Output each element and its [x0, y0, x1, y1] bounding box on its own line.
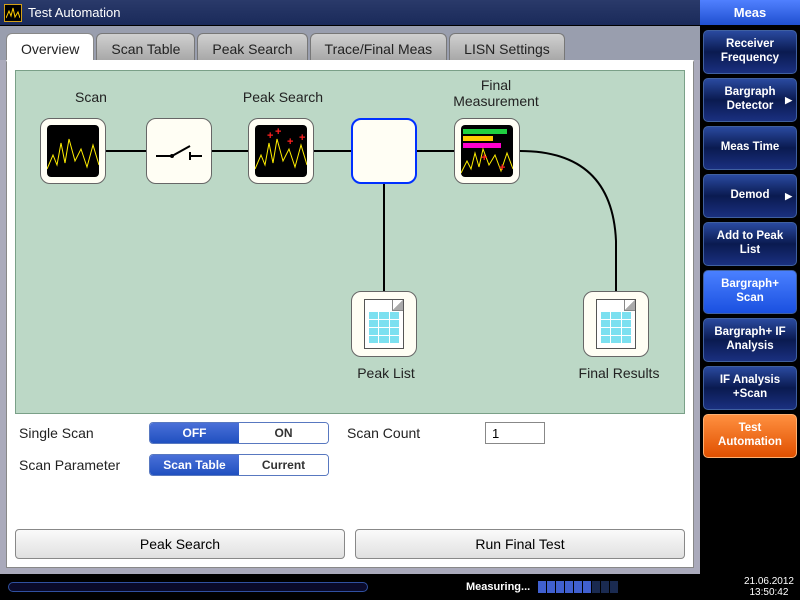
- node-final-results[interactable]: [583, 291, 649, 357]
- status-date: 21.06.2012: [744, 576, 794, 587]
- overview-controls: Single Scan OFF ON Scan Count Scan Param…: [19, 422, 681, 486]
- node-final-measurement[interactable]: + +: [454, 118, 520, 184]
- flow-connectors: [16, 71, 684, 413]
- chevron-right-icon: ▶: [785, 95, 792, 106]
- softkey-bargraph-if-analysis[interactable]: Bargraph+ IF Analysis: [703, 318, 797, 362]
- window-title: Test Automation: [28, 5, 774, 20]
- node-label-final-meas: Final Measurement: [436, 77, 556, 109]
- tab-trace-final-meas[interactable]: Trace/Final Meas: [310, 33, 448, 60]
- node-label-peak-list: Peak List: [336, 365, 436, 381]
- run-final-test-button[interactable]: Run Final Test: [355, 529, 685, 559]
- svg-text:+: +: [499, 162, 505, 174]
- softkey-test-automation[interactable]: Test Automation: [703, 414, 797, 458]
- progress-indicator: [538, 581, 618, 593]
- node-selected-empty[interactable]: [351, 118, 417, 184]
- svg-text:+: +: [481, 152, 487, 164]
- node-peak-list[interactable]: [351, 291, 417, 357]
- overview-tab-body: Scan Peak Search Final Measurement: [6, 60, 694, 568]
- status-track: [8, 582, 368, 592]
- action-buttons: Peak Search Run Final Test: [15, 529, 685, 559]
- softkey-add-to-peak-list[interactable]: Add to Peak List: [703, 222, 797, 266]
- single-scan-on[interactable]: ON: [239, 423, 328, 443]
- sidebar-header: Meas: [700, 0, 800, 26]
- document-icon: [364, 299, 404, 349]
- node-peak-search[interactable]: + + + +: [248, 118, 314, 184]
- app-icon: [4, 4, 22, 22]
- scan-parameter-label: Scan Parameter: [19, 457, 149, 473]
- status-measuring: Measuring...: [466, 581, 530, 593]
- switch-icon: [154, 136, 204, 166]
- node-label-peak-search: Peak Search: [228, 89, 338, 105]
- node-label-scan: Scan: [51, 89, 131, 105]
- node-label-final-results: Final Results: [564, 365, 674, 381]
- single-scan-label: Single Scan: [19, 425, 149, 441]
- softkey-bargraph-detector[interactable]: Bargraph Detector▶: [703, 78, 797, 122]
- scan-count-input[interactable]: [485, 422, 545, 444]
- scan-count-label: Scan Count: [347, 425, 477, 441]
- tab-lisn-settings[interactable]: LISN Settings: [449, 33, 565, 60]
- svg-text:+: +: [267, 130, 273, 142]
- svg-text:+: +: [275, 126, 281, 138]
- scan-param-current[interactable]: Current: [239, 455, 328, 475]
- single-scan-off[interactable]: OFF: [150, 423, 239, 443]
- softkey-if-analysis-scan[interactable]: IF Analysis +Scan: [703, 366, 797, 410]
- status-datetime: 21.06.2012 13:50:42: [744, 576, 794, 598]
- status-time: 13:50:42: [744, 587, 794, 598]
- scan-param-scan-table[interactable]: Scan Table: [150, 455, 239, 475]
- softkey-receiver-frequency[interactable]: Receiver Frequency: [703, 30, 797, 74]
- node-scan[interactable]: [40, 118, 106, 184]
- document-icon: [596, 299, 636, 349]
- tab-bar: Overview Scan Table Peak Search Trace/Fi…: [0, 26, 700, 60]
- svg-text:+: +: [299, 132, 305, 144]
- tab-peak-search[interactable]: Peak Search: [197, 33, 307, 60]
- svg-text:+: +: [287, 136, 293, 148]
- final-meas-icon: + +: [461, 125, 513, 177]
- main-panel: Overview Scan Table Peak Search Trace/Fi…: [0, 26, 700, 574]
- softkey-bargraph-scan[interactable]: Bargraph+ Scan: [703, 270, 797, 314]
- scan-waveform-icon: [47, 125, 99, 177]
- tab-scan-table[interactable]: Scan Table: [96, 33, 195, 60]
- softkey-meas-time[interactable]: Meas Time: [703, 126, 797, 170]
- scan-parameter-toggle[interactable]: Scan Table Current: [149, 454, 329, 476]
- tab-overview[interactable]: Overview: [6, 33, 94, 60]
- chevron-right-icon: ▶: [785, 191, 792, 202]
- window-titlebar: Test Automation ✕: [0, 0, 800, 26]
- peak-search-button[interactable]: Peak Search: [15, 529, 345, 559]
- softkey-sidebar: Meas Receiver Frequency Bargraph Detecto…: [700, 0, 800, 574]
- node-switch[interactable]: [146, 118, 212, 184]
- flow-diagram: Scan Peak Search Final Measurement: [15, 70, 685, 414]
- single-scan-toggle[interactable]: OFF ON: [149, 422, 329, 444]
- softkey-demod[interactable]: Demod▶: [703, 174, 797, 218]
- status-bar: Measuring... 21.06.2012 13:50:42: [0, 574, 800, 600]
- peak-search-icon: + + + +: [255, 125, 307, 177]
